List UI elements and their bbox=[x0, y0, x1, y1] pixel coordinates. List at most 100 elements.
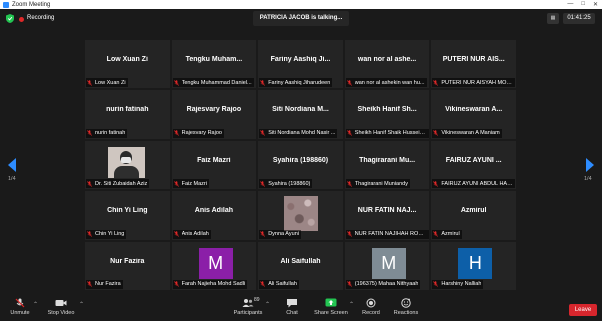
participant-name-tag: Farah Najieha Mohd Sadli bbox=[172, 279, 248, 289]
participant-name-tag: Dr. Siti Zubaidah Aziz bbox=[86, 179, 150, 189]
participant-tile[interactable]: Chin Yi Ling Chin Yi Ling bbox=[85, 191, 170, 240]
participant-display-name: Low Xuan Zi bbox=[106, 56, 148, 63]
participant-tile[interactable]: Syahira (198860) Syahira (198860) bbox=[258, 140, 343, 190]
participant-name-label: Anis Adilah bbox=[181, 231, 209, 238]
participant-tile[interactable]: Siti Nordiana M... Siti Nordiana Mohd Nas… bbox=[258, 90, 343, 139]
close-icon[interactable]: ✕ bbox=[593, 1, 598, 8]
meeting-topbar: Recording PATRICIA JACOB is talking... ▦… bbox=[0, 9, 602, 29]
participant-video bbox=[108, 146, 145, 178]
participant-name-tag: Azmirul bbox=[432, 229, 462, 239]
maximize-icon[interactable]: □ bbox=[581, 1, 585, 8]
participant-display-name: Faiz Mazri bbox=[197, 156, 231, 164]
record-button[interactable]: Record bbox=[361, 298, 381, 316]
participant-tile[interactable]: Rajesvary Rajoo Rajesvary Rajoo bbox=[171, 90, 257, 139]
participant-name-tag: nurin fatinah bbox=[86, 128, 128, 138]
gallery-grid: Low Xuan Zi Low Xuan Zi Tengku Muham... Ten… bbox=[85, 40, 518, 292]
muted-mic-icon bbox=[346, 80, 352, 86]
muted-mic-icon bbox=[173, 80, 179, 86]
muted-mic-icon bbox=[87, 231, 92, 237]
participant-tile[interactable]: Sheikh Hanif Sh... Sheikh Hanif Shaik Hus… bbox=[344, 90, 430, 139]
audio-options-caret-icon[interactable]: ⌃ bbox=[33, 301, 38, 308]
participant-tile[interactable]: FAIRUZ AYUNI ... FAIRUZ AYUNI ABDUL HALIM bbox=[431, 140, 516, 190]
zoom-logo-icon bbox=[3, 1, 9, 8]
participant-tile[interactable]: nurin fatinah nurin fatinah bbox=[85, 90, 170, 139]
muted-mic-icon bbox=[173, 231, 179, 237]
window-title: Zoom Meeting bbox=[12, 1, 51, 8]
participant-name-label: Dr. Siti Zubaidah Aziz bbox=[95, 180, 148, 187]
meeting-timer: 01:41:25 bbox=[563, 13, 595, 24]
video-options-caret-icon[interactable]: ⌃ bbox=[79, 301, 84, 308]
share-screen-label: Share Screen bbox=[314, 310, 348, 316]
participant-tile[interactable]: Nur Fazira Nur Fazira bbox=[85, 241, 170, 290]
participant-tile[interactable]: M (196375) Mahaa Nithyaah bbox=[344, 241, 430, 290]
minimize-icon[interactable]: — bbox=[567, 1, 573, 8]
reactions-button[interactable]: Reactions bbox=[393, 298, 419, 316]
muted-mic-icon bbox=[173, 180, 179, 187]
participant-tile[interactable]: Dynna Ayuni bbox=[258, 191, 343, 240]
participant-tile[interactable]: Thagirarani Mu... Thagirarani Muniandy bbox=[344, 140, 430, 190]
participant-name-label: Chin Yi Ling bbox=[95, 231, 125, 238]
participant-tile[interactable]: Faiz Mazri Faiz Mazri bbox=[171, 140, 257, 190]
reactions-smiley-icon bbox=[401, 298, 411, 308]
muted-mic-icon bbox=[433, 231, 439, 237]
participant-name-label: Syahira (198860) bbox=[268, 180, 311, 187]
participant-tile[interactable]: Ali Saifullah Ali Saifullah bbox=[258, 241, 343, 290]
security-shield-icon[interactable] bbox=[6, 14, 14, 23]
meeting-toolbar: Unmute ⌃ Stop Video ⌃ Participants 89 ⌃ … bbox=[0, 296, 602, 321]
participant-tile[interactable]: Fariny Aashiq Ji... Fariny Aashiq Jiharud… bbox=[258, 40, 343, 89]
unmute-button[interactable]: Unmute bbox=[9, 298, 31, 316]
muted-mic-icon bbox=[87, 281, 92, 288]
participant-name-tag: Chin Yi Ling bbox=[86, 229, 127, 239]
participant-tile[interactable]: NUR FATIN NAJ... NUR FATIN NAJIHAH ROSL..… bbox=[344, 191, 430, 240]
participant-tile[interactable]: Dr. Siti Zubaidah Aziz bbox=[85, 140, 170, 190]
next-page-arrow-icon[interactable] bbox=[586, 158, 594, 172]
participant-tile[interactable]: Vikineswaran A... Vikineswaran A Maniam bbox=[431, 90, 516, 139]
participant-name-label: Farah Najieha Mohd Sadli bbox=[181, 281, 246, 288]
participant-tile[interactable]: PUTERI NUR AIS... PUTERI NUR AISYAH MOKT.… bbox=[431, 40, 516, 89]
participant-name-label: Low Xuan Zi bbox=[95, 79, 126, 86]
recording-label: Recording bbox=[27, 15, 55, 21]
previous-page-arrow-icon[interactable] bbox=[8, 158, 16, 172]
participants-label: Participants bbox=[233, 310, 263, 316]
participant-tile[interactable]: Azmirul Azmirul bbox=[431, 191, 516, 240]
participant-name-label: Fariny Aashiq Jiharudeen bbox=[268, 79, 331, 86]
muted-mic-icon bbox=[87, 180, 92, 187]
muted-mic-icon bbox=[173, 281, 179, 288]
participant-tile[interactable]: M Farah Najieha Mohd Sadli bbox=[171, 241, 257, 290]
participant-tile[interactable]: wan nor al ashe... wan nor al ashekin wan… bbox=[344, 40, 430, 89]
view-toggle-button[interactable]: ▦ bbox=[547, 13, 559, 24]
muted-mic-icon bbox=[87, 130, 92, 136]
participant-tile[interactable]: Anis Adilah Anis Adilah bbox=[171, 191, 257, 240]
muted-mic-icon bbox=[346, 180, 352, 187]
share-screen-button[interactable]: Share Screen bbox=[314, 298, 348, 316]
participant-name-tag: Sheikh Hanif Shaik Hussein... bbox=[345, 128, 429, 138]
reactions-label: Reactions bbox=[393, 310, 419, 316]
participant-display-name: NUR FATIN NAJ... bbox=[357, 207, 417, 215]
chat-bubble-icon bbox=[287, 299, 297, 308]
chat-label: Chat bbox=[286, 310, 298, 316]
stop-video-label: Stop Video bbox=[47, 310, 75, 316]
muted-mic-icon bbox=[346, 231, 352, 237]
muted-mic-icon bbox=[173, 130, 179, 136]
muted-mic-icon bbox=[433, 180, 439, 187]
leave-button[interactable]: Leave bbox=[569, 304, 597, 316]
share-options-caret-icon[interactable]: ⌃ bbox=[349, 301, 354, 308]
participant-display-name: Anis Adilah bbox=[194, 207, 234, 215]
participant-tile[interactable]: Low Xuan Zi Low Xuan Zi bbox=[85, 40, 170, 89]
participant-tile[interactable]: Tengku Muham... Tengku Muhammad Daniel... bbox=[171, 40, 257, 89]
muted-mic-icon bbox=[260, 180, 266, 187]
muted-mic-icon bbox=[346, 281, 352, 288]
muted-mic-icon bbox=[260, 231, 266, 237]
participant-name-tag: Vikineswaran A Maniam bbox=[432, 128, 502, 138]
participant-name-tag: NUR FATIN NAJIHAH ROSL... bbox=[345, 229, 429, 239]
stop-video-button[interactable]: Stop Video bbox=[47, 298, 75, 316]
muted-mic-icon bbox=[346, 130, 352, 136]
chat-button[interactable]: Chat bbox=[284, 298, 300, 316]
participant-display-name: Ali Saifullah bbox=[280, 257, 321, 265]
participant-display-name: Nur Fazira bbox=[110, 257, 145, 265]
participant-tile[interactable]: H Harshiny Nalliah bbox=[431, 241, 516, 290]
participant-name-tag: Rajesvary Rajoo bbox=[172, 128, 224, 138]
participant-name-label: Rajesvary Rajoo bbox=[181, 130, 222, 137]
participant-profile-picture bbox=[284, 196, 319, 232]
participants-options-caret-icon[interactable]: ⌃ bbox=[265, 301, 270, 308]
